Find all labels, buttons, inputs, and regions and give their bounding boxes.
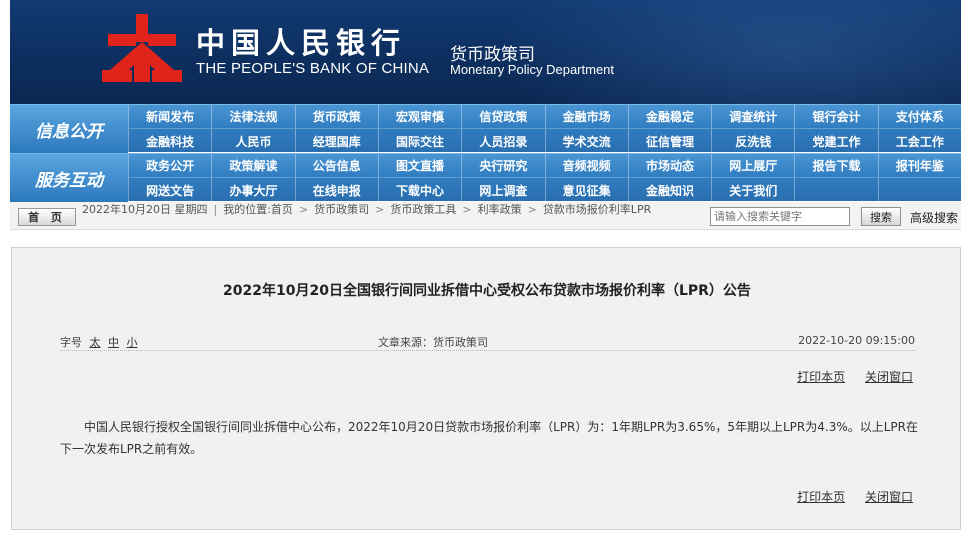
nav-item-recruitment[interactable]: 人员招录 xyxy=(461,129,544,153)
breadcrumb-separator: | xyxy=(213,203,218,216)
nav-item-feedback[interactable]: 意见征集 xyxy=(544,178,628,202)
home-button[interactable]: 首 页 xyxy=(18,208,76,226)
nav-item-payment-system[interactable]: 支付体系 xyxy=(877,105,961,129)
breadcrumb-item-tools[interactable]: 货币政策工具 xyxy=(390,203,456,216)
nav-item-financial-market[interactable]: 金融市场 xyxy=(544,105,628,129)
nav-item-online-filing[interactable]: 在线申报 xyxy=(294,178,378,202)
nav-item-market-news[interactable]: 市场动态 xyxy=(627,154,712,178)
nav-item-announcements[interactable]: 公告信息 xyxy=(294,154,378,178)
nav-item-live[interactable]: 图文直播 xyxy=(377,154,462,178)
nav-item-union[interactable]: 工会工作 xyxy=(877,129,961,153)
nav-item-service-hall[interactable]: 办事大厅 xyxy=(211,178,294,202)
nav-item-rmb[interactable]: 人民币 xyxy=(211,129,294,153)
nav-item-macroprudential[interactable]: 宏观审慎 xyxy=(377,105,462,129)
breadcrumb-item-lpr[interactable]: 贷款市场报价利率LPR xyxy=(543,203,651,216)
nav-item-notices[interactable]: 网送文告 xyxy=(128,178,211,202)
search-input[interactable] xyxy=(710,207,850,226)
nav-item-international[interactable]: 国际交往 xyxy=(377,129,461,153)
nav-item-survey[interactable]: 网上调查 xyxy=(461,178,544,202)
nav-item-party-building[interactable]: 党建工作 xyxy=(794,129,877,153)
close-window-link[interactable]: 关闭窗口 xyxy=(865,490,913,504)
nav-item-empty xyxy=(877,178,961,202)
nav-item-online-exhibition[interactable]: 网上展厅 xyxy=(711,154,795,178)
article-panel: 2022年10月20日全国银行间同业拆借中心受权公布贷款市场报价利率（LPR）公… xyxy=(11,247,961,530)
nav-item-news[interactable]: 新闻发布 xyxy=(128,105,212,129)
breadcrumb-location[interactable]: 我的位置:首页 xyxy=(223,203,293,216)
nav-item-yearbook[interactable]: 报刊年鉴 xyxy=(877,154,961,178)
nav-item-anti-money-laundering[interactable]: 反洗钱 xyxy=(711,129,794,153)
article-body: 中国人民银行授权全国银行间同业拆借中心公布，2022年10月20日贷款市场报价利… xyxy=(60,420,918,456)
font-size-medium[interactable]: 中 xyxy=(108,336,119,349)
nav-info-grid: 新闻发布 法律法规 货币政策 宏观审慎 信贷政策 金融市场 金融稳定 调查统计 … xyxy=(128,105,961,153)
nav-item-treasury[interactable]: 经理国库 xyxy=(294,129,378,153)
pboc-emblem-icon xyxy=(102,14,182,82)
print-page-link[interactable]: 打印本页 xyxy=(797,490,845,504)
bank-name-cn: 中国人民银行 xyxy=(196,26,407,60)
nav-item-credit-policy[interactable]: 信贷政策 xyxy=(461,105,545,129)
breadcrumb-separator: > xyxy=(527,203,537,216)
nav-item-download-center[interactable]: 下载中心 xyxy=(377,178,461,202)
nav-service-grid: 政务公开 政策解读 公告信息 图文直播 央行研究 音频视频 市场动态 网上展厅 … xyxy=(128,154,961,202)
nav-info-title: 信息公开 xyxy=(10,105,128,153)
nav-item-policy-interpretation[interactable]: 政策解读 xyxy=(211,154,295,178)
breadcrumb-item-rate-policy[interactable]: 利率政策 xyxy=(478,203,522,216)
nav-item-academic[interactable]: 学术交流 xyxy=(544,129,628,153)
nav-service-title: 服务互动 xyxy=(10,154,128,202)
advanced-search-link[interactable]: 高级搜索 xyxy=(910,209,958,226)
nav-item-fintech[interactable]: 金融科技 xyxy=(128,129,211,153)
article-actions-top: 打印本页 关闭窗口 xyxy=(781,368,913,385)
article-actions-bottom: 打印本页 关闭窗口 xyxy=(781,488,913,505)
breadcrumb-item-dept[interactable]: 货币政策司 xyxy=(314,203,369,216)
font-size-small[interactable]: 小 xyxy=(127,336,138,349)
breadcrumb-bar: 首 页 2022年10月20日 星期四 | 我的位置:首页 > 货币政策司 > 货币政策工具… xyxy=(10,202,961,230)
breadcrumb-separator: > xyxy=(375,203,385,216)
nav-item-laws[interactable]: 法律法规 xyxy=(211,105,295,129)
current-date: 2022年10月20日 星期四 xyxy=(82,203,208,216)
font-size-selector: 字号 太 中 小 xyxy=(60,334,138,350)
bank-name-en: THE PEOPLE'S BANK OF CHINA xyxy=(196,60,430,77)
nav-item-government-affairs[interactable]: 政务公开 xyxy=(128,154,212,178)
article-source: 文章来源：货币政策司 xyxy=(378,336,488,349)
nav-service-interaction: 服务互动 政务公开 政策解读 公告信息 图文直播 央行研究 音频视频 市场动态 … xyxy=(10,153,961,202)
nav-item-report-download[interactable]: 报告下载 xyxy=(794,154,878,178)
breadcrumb-separator: > xyxy=(462,203,472,216)
nav-item-monetary-policy[interactable]: 货币政策 xyxy=(294,105,378,129)
search-button[interactable]: 搜索 xyxy=(861,207,901,226)
font-size-large[interactable]: 太 xyxy=(90,336,101,349)
nav-item-statistics[interactable]: 调查统计 xyxy=(711,105,795,129)
article-title: 2022年10月20日全国银行间同业拆借中心受权公布贷款市场报价利率（LPR）公… xyxy=(223,283,751,299)
breadcrumb: 2022年10月20日 星期四 | 我的位置:首页 > 货币政策司 > 货币政策工具 > 利率政… xyxy=(82,204,707,216)
font-size-label: 字号 xyxy=(60,336,82,349)
nav-item-media[interactable]: 音频视频 xyxy=(544,154,628,178)
header-banner: 中国人民银行 THE PEOPLE'S BANK OF CHINA 货币政策司 … xyxy=(10,0,961,104)
nav-item-financial-knowledge[interactable]: 金融知识 xyxy=(627,178,711,202)
nav-item-research[interactable]: 央行研究 xyxy=(461,154,545,178)
publish-date: 2022-10-20 09:15:00 xyxy=(798,334,915,347)
nav-item-empty xyxy=(794,178,877,202)
nav-item-about[interactable]: 关于我们 xyxy=(711,178,794,202)
nav-item-bank-accounting[interactable]: 银行会计 xyxy=(794,105,878,129)
breadcrumb-separator: > xyxy=(298,203,309,216)
article-meta: 字号 太 中 小 文章来源：货币政策司 2022-10-20 09:15:00 xyxy=(60,333,915,351)
nav-info-disclosure: 信息公开 新闻发布 法律法规 货币政策 宏观审慎 信贷政策 金融市场 金融稳定 … xyxy=(10,104,961,153)
department-name-en: Monetary Policy Department xyxy=(450,62,615,77)
nav-item-financial-stability[interactable]: 金融稳定 xyxy=(627,105,712,129)
print-page-link[interactable]: 打印本页 xyxy=(797,370,845,384)
nav-item-credit-reference[interactable]: 征信管理 xyxy=(627,129,711,153)
close-window-link[interactable]: 关闭窗口 xyxy=(865,370,913,384)
banner-glow xyxy=(490,0,961,104)
